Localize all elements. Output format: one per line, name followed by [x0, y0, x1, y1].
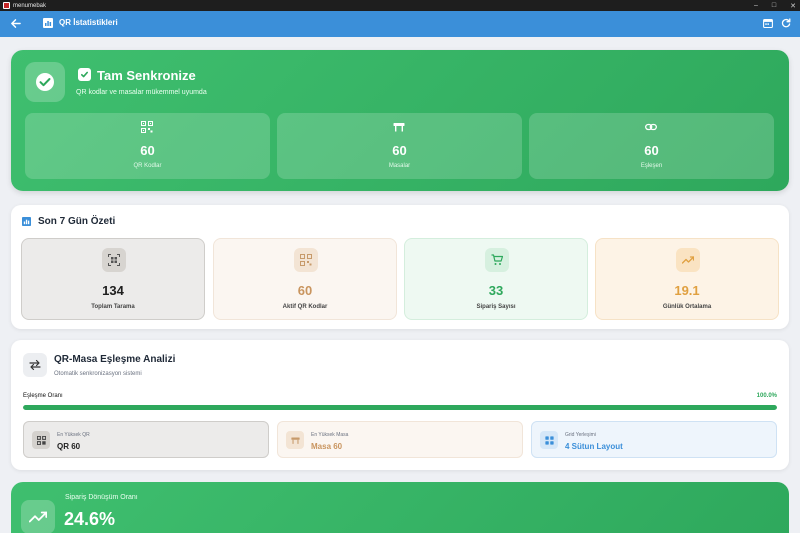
card-value: 4 Sütun Layout — [565, 442, 623, 451]
card-value: QR 60 — [57, 442, 81, 451]
sync-badge — [25, 62, 65, 102]
stat-value: 60 — [140, 143, 155, 158]
summary-order-count: 33 Sipariş Sayısı — [404, 238, 588, 320]
refresh-button[interactable] — [780, 17, 792, 29]
arrow-left-icon — [10, 18, 21, 28]
stat-label: QR Kodlar — [133, 163, 162, 169]
conversion-rate-card: Sipariş Dönüşüm Oranı 24.6% — [11, 482, 789, 533]
qr-scan-icon — [102, 248, 126, 272]
grid-layout-card: Grid Yerleşimi 4 Sütun Layout — [531, 421, 777, 458]
sync-status-card: Tam Senkronize QR kodlar ve masalar müke… — [11, 50, 789, 191]
calendar-button[interactable] — [762, 17, 774, 29]
back-button[interactable] — [8, 16, 22, 30]
conversion-value: 24.6% — [64, 509, 116, 529]
section-title: Son 7 Gün Özeti — [38, 216, 116, 227]
highest-table-card: En Yüksek Masa Masa 60 — [277, 421, 523, 458]
summary-value: 60 — [297, 283, 313, 298]
card-key: En Yüksek Masa — [311, 432, 349, 438]
minimize-icon[interactable]: – — [754, 2, 758, 9]
window-controls: – □ ✕ — [754, 0, 796, 11]
match-analysis-card: QR-Masa Eşleşme Analizi Otomatik senkron… — [11, 340, 789, 470]
close-icon[interactable]: ✕ — [790, 2, 796, 10]
table-icon — [286, 431, 304, 449]
refresh-icon — [781, 18, 791, 28]
summary-label: Sipariş Sayısı — [476, 304, 516, 310]
qr-code-icon — [141, 121, 153, 133]
summary-label: Günlük Ortalama — [662, 304, 712, 310]
summary-total-scans: 134 Toplam Tarama — [21, 238, 205, 320]
sync-subtitle: QR kodlar ve masalar mükemmel uyumda — [76, 89, 207, 96]
summary-daily-average: 19.1 Günlük Ortalama — [595, 238, 779, 320]
summary-value: 33 — [488, 283, 504, 298]
check-box-icon — [78, 68, 91, 81]
stat-label: Eşleşen — [640, 163, 663, 169]
summary-label: Toplam Tarama — [91, 304, 135, 310]
match-rate-progress — [23, 405, 777, 410]
app-bar: QR İstatistikleri — [0, 11, 800, 37]
qr-code-icon — [32, 431, 50, 449]
card-value: Masa 60 — [311, 442, 343, 451]
window-title: menumebak — [13, 2, 47, 9]
section-title: QR-Masa Eşleşme Analizi — [54, 354, 176, 365]
qr-code-icon — [294, 248, 318, 272]
bar-chart-icon — [43, 18, 53, 28]
maximize-icon[interactable]: □ — [772, 2, 776, 9]
match-rate-fill — [23, 405, 777, 410]
calendar-icon — [763, 18, 773, 28]
cart-icon — [485, 248, 509, 272]
summary-value: 19.1 — [674, 283, 700, 298]
link-icon — [645, 123, 657, 131]
stat-qr-codes: 60 QR Kodlar — [25, 113, 270, 179]
highest-qr-card: En Yüksek QR QR 60 — [23, 421, 269, 458]
card-key: Grid Yerleşimi — [565, 432, 596, 438]
stat-label: Masalar — [388, 163, 411, 169]
check-circle-icon — [36, 73, 54, 91]
trending-up-icon — [21, 500, 55, 533]
summary-active-qr: 60 Aktif QR Kodlar — [213, 238, 397, 320]
summary-label: Aktif QR Kodlar — [282, 304, 328, 310]
table-icon — [393, 123, 405, 132]
section-subtitle: Otomatik senkronizasyon sistemi — [54, 371, 142, 377]
page-title: QR İstatistikleri — [59, 18, 118, 27]
sync-title: Tam Senkronize — [97, 68, 196, 83]
stat-matched: 60 Eşleşen — [529, 113, 774, 179]
swap-icon — [23, 353, 47, 377]
bar-chart-icon — [22, 217, 31, 226]
weekly-summary-card: Son 7 Gün Özeti 134 Toplam Tarama 60 Akt… — [11, 205, 789, 329]
match-rate-label: Eşleşme Oranı — [23, 393, 63, 399]
conversion-label: Sipariş Dönüşüm Oranı — [65, 494, 138, 501]
stat-tables: 60 Masalar — [277, 113, 522, 179]
trending-up-icon — [676, 248, 700, 272]
grid-icon — [540, 431, 558, 449]
app-icon — [3, 2, 10, 9]
window-title-bar: menumebak – □ ✕ — [0, 0, 800, 11]
stat-value: 60 — [644, 143, 659, 158]
match-rate-value: 100.0% — [756, 393, 777, 399]
card-key: En Yüksek QR — [57, 432, 90, 438]
summary-value: 134 — [102, 283, 124, 298]
stat-value: 60 — [392, 143, 407, 158]
